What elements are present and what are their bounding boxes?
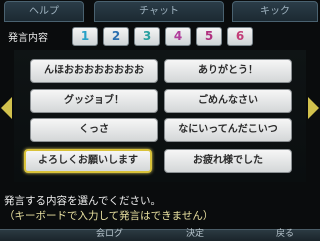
phrase-button-5[interactable]: くっさ xyxy=(30,118,158,142)
log-hint[interactable]: 会ログ xyxy=(96,229,123,240)
tab-kick[interactable]: キック xyxy=(232,1,318,22)
page-2-button[interactable]: 2 xyxy=(103,27,129,46)
instruction-message: 発言する内容を選んでください。 （キーボードで入力して発言はできません） xyxy=(0,194,320,228)
page-6-button[interactable]: 6 xyxy=(227,27,253,46)
instruction-line-2: （キーボードで入力して発言はできません） xyxy=(4,210,214,222)
page-5-button[interactable]: 5 xyxy=(196,27,222,46)
page-4-label: 4 xyxy=(173,29,183,43)
page-3-label: 3 xyxy=(142,29,152,43)
phrase-button-4[interactable]: ごめんなさい xyxy=(164,89,292,113)
phrase-button-3[interactable]: グッジョブ！ xyxy=(30,89,158,113)
page-1-label: 1 xyxy=(80,29,90,43)
speech-content-label: 発言内容 xyxy=(8,33,48,44)
back-hint[interactable]: 戻る xyxy=(276,229,294,240)
decide-hint[interactable]: 決定 xyxy=(186,229,204,240)
bottom-control-bar: 会ログ 決定 戻る xyxy=(0,229,320,241)
phrase-button-1[interactable]: んほおおおおおおおお xyxy=(30,59,158,83)
instruction-line-1: 発言する内容を選んでください。 xyxy=(4,195,161,207)
page-1-button[interactable]: 1 xyxy=(72,27,98,46)
page-4-button[interactable]: 4 xyxy=(165,27,191,46)
page-3-button[interactable]: 3 xyxy=(134,27,160,46)
page-5-label: 5 xyxy=(204,29,214,43)
phrase-button-2[interactable]: ありがとう！ xyxy=(164,59,292,83)
page-2-label: 2 xyxy=(111,29,121,43)
tab-chat[interactable]: チャット xyxy=(94,1,224,22)
top-tab-bar: ヘルプ チャット キック xyxy=(0,0,320,22)
page-6-label: 6 xyxy=(235,29,245,43)
tab-help[interactable]: ヘルプ xyxy=(4,1,84,22)
phrase-button-8[interactable]: お疲れ様でした xyxy=(164,149,292,173)
phrase-button-7[interactable]: よろしくお願いします xyxy=(24,149,152,173)
next-page-arrow-icon[interactable] xyxy=(308,97,319,119)
phrase-button-6[interactable]: なにいってんだこいつ xyxy=(164,118,292,142)
prev-page-arrow-icon[interactable] xyxy=(1,97,12,119)
